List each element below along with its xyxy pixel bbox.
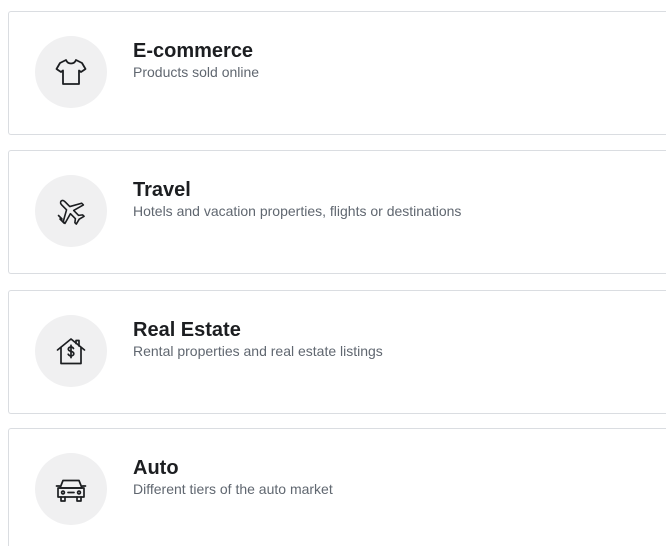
icon-circle (35, 36, 107, 108)
card-title: Auto (133, 457, 179, 479)
card-title: Real Estate (133, 319, 241, 341)
card-subtitle: Different tiers of the auto market (133, 481, 333, 497)
card-text: Travel Hotels and vacation properties, f… (133, 178, 461, 220)
card-subtitle: Products sold online (133, 64, 260, 80)
card-subtitle: Rental properties and real estate listin… (133, 343, 383, 359)
icon-circle (35, 175, 107, 247)
airplane-icon (57, 199, 85, 225)
card-text: E-commerce Products sold online (133, 39, 259, 81)
icon-circle (35, 453, 107, 525)
icon-circle (35, 315, 107, 387)
card-text: Real Estate Rental properties and real e… (133, 318, 383, 360)
card-title: Travel (133, 179, 191, 201)
card-subtitle: Hotels and vacation properties, flights … (133, 203, 462, 219)
category-card-auto[interactable]: Auto Different tiers of the auto market (8, 428, 666, 546)
car-icon (55, 479, 87, 502)
card-text: Auto Different tiers of the auto market (133, 456, 333, 498)
tshirt-icon (55, 59, 87, 85)
house-dollar-icon (56, 338, 86, 365)
category-card-travel[interactable]: Travel Hotels and vacation properties, f… (8, 150, 666, 274)
category-card-ecommerce[interactable]: E-commerce Products sold online (8, 11, 666, 135)
card-title: E-commerce (133, 40, 254, 62)
category-card-real-estate[interactable]: Real Estate Rental properties and real e… (8, 290, 666, 414)
